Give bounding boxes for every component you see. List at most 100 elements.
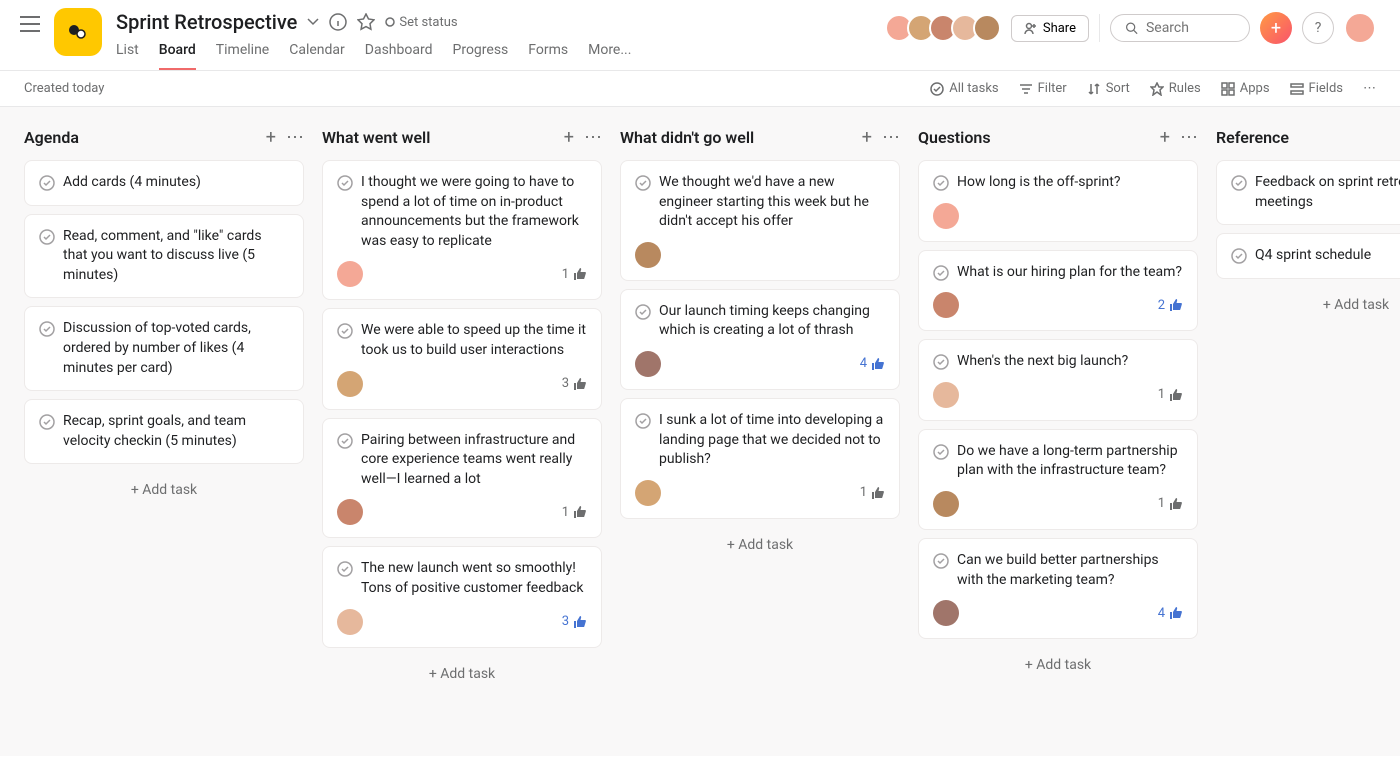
tab-board[interactable]: Board: [159, 42, 196, 70]
task-card[interactable]: What is our hiring plan for the team? 2: [918, 250, 1198, 332]
task-card[interactable]: I sunk a lot of time into developing a l…: [620, 398, 900, 519]
card-text: The new launch went so smoothly! Tons of…: [361, 559, 587, 598]
column-title[interactable]: What didn't go well: [620, 128, 754, 147]
like-count[interactable]: 3: [562, 614, 587, 629]
tab-calendar[interactable]: Calendar: [289, 42, 345, 70]
menu-icon[interactable]: [20, 10, 40, 32]
assignee-avatar[interactable]: [337, 261, 363, 287]
project-title[interactable]: Sprint Retrospective: [116, 10, 297, 34]
like-count[interactable]: 3: [562, 376, 587, 391]
column-title[interactable]: Questions: [918, 128, 991, 147]
assignee-avatar[interactable]: [933, 203, 959, 229]
task-card[interactable]: We thought we'd have a new engineer star…: [620, 160, 900, 281]
task-card[interactable]: Do we have a long-term partnership plan …: [918, 429, 1198, 530]
chevron-down-icon[interactable]: [307, 18, 319, 26]
assignee-avatar[interactable]: [933, 491, 959, 517]
search-input[interactable]: [1146, 20, 1235, 36]
column-menu-icon[interactable]: ⋯: [882, 127, 900, 148]
add-task-button[interactable]: + Add task: [24, 472, 304, 508]
card-text: Read, comment, and "like" cards that you…: [63, 227, 289, 286]
task-card[interactable]: How long is the off-sprint?: [918, 160, 1198, 242]
assignee-avatar[interactable]: [635, 480, 661, 506]
star-icon[interactable]: [357, 13, 375, 31]
assignee-avatar[interactable]: [337, 499, 363, 525]
card-text: Pairing between infrastructure and core …: [361, 431, 587, 490]
like-count[interactable]: 1: [1158, 387, 1183, 402]
share-button[interactable]: Share: [1011, 15, 1089, 42]
task-card[interactable]: Our launch timing keeps changing which i…: [620, 289, 900, 390]
column-menu-icon[interactable]: ⋯: [1180, 127, 1198, 148]
task-card[interactable]: Q4 sprint schedule: [1216, 233, 1400, 279]
card-text: Recap, sprint goals, and team velocity c…: [63, 412, 289, 451]
project-icon: [54, 8, 102, 56]
task-card[interactable]: Recap, sprint goals, and team velocity c…: [24, 399, 304, 464]
toolbar-filter[interactable]: Filter: [1019, 81, 1067, 96]
project-tabs: List Board Timeline Calendar Dashboard Progre…: [116, 42, 877, 70]
toolbar-all-tasks[interactable]: All tasks: [930, 81, 998, 96]
task-card[interactable]: We were able to speed up the time it too…: [322, 308, 602, 409]
add-task-button[interactable]: + Add task: [918, 647, 1198, 683]
like-count[interactable]: 1: [562, 267, 587, 282]
share-label: Share: [1043, 21, 1076, 36]
task-card[interactable]: The new launch went so smoothly! Tons of…: [322, 546, 602, 647]
tab-timeline[interactable]: Timeline: [216, 42, 269, 70]
add-task-button[interactable]: + Add task: [1216, 287, 1400, 323]
assignee-avatar[interactable]: [635, 242, 661, 268]
tab-list[interactable]: List: [116, 42, 139, 70]
tab-forms[interactable]: Forms: [528, 42, 568, 70]
add-card-icon[interactable]: +: [862, 127, 872, 148]
tab-dashboard[interactable]: Dashboard: [365, 42, 433, 70]
task-card[interactable]: When's the next big launch?1: [918, 339, 1198, 421]
set-status-button[interactable]: Set status: [385, 15, 457, 30]
info-icon[interactable]: [329, 13, 347, 31]
add-card-icon[interactable]: +: [266, 127, 276, 148]
like-count[interactable]: 1: [860, 485, 885, 500]
task-card[interactable]: I thought we were going to have to spend…: [322, 160, 602, 300]
column-title[interactable]: Agenda: [24, 128, 79, 147]
member-avatars: [891, 14, 1001, 42]
search-input-wrap[interactable]: [1110, 14, 1250, 42]
assignee-avatar[interactable]: [933, 600, 959, 626]
column-menu-icon[interactable]: ⋯: [286, 127, 304, 148]
tab-progress[interactable]: Progress: [453, 42, 509, 70]
profile-avatar[interactable]: [1344, 12, 1376, 44]
task-card[interactable]: Add cards (4 minutes): [24, 160, 304, 206]
task-card[interactable]: Discussion of top-voted cards, ordered b…: [24, 306, 304, 391]
assignee-avatar[interactable]: [337, 609, 363, 635]
column-what-didn-t-go-well: What didn't go well + ⋯ We thought we'd hav…: [620, 127, 900, 563]
tab-more[interactable]: More...: [588, 42, 631, 70]
task-card[interactable]: Read, comment, and "like" cards that you…: [24, 214, 304, 299]
add-task-button[interactable]: + Add task: [620, 527, 900, 563]
task-card[interactable]: Feedback on sprint retrosp meetings: [1216, 160, 1400, 225]
member-avatar[interactable]: [973, 14, 1001, 42]
search-icon: [1125, 20, 1138, 36]
toolbar-apps[interactable]: Apps: [1221, 81, 1270, 96]
add-card-icon[interactable]: +: [1160, 127, 1170, 148]
column-title[interactable]: Reference: [1216, 128, 1289, 147]
toolbar-sort[interactable]: Sort: [1087, 81, 1130, 96]
global-add-button[interactable]: +: [1260, 12, 1292, 44]
like-count[interactable]: 4: [1158, 606, 1183, 621]
created-label: Created today: [24, 81, 104, 96]
task-card[interactable]: Pairing between infrastructure and core …: [322, 418, 602, 539]
like-count[interactable]: 1: [1158, 496, 1183, 511]
card-text: We were able to speed up the time it too…: [361, 321, 587, 360]
task-card[interactable]: Can we build better partnerships with th…: [918, 538, 1198, 639]
add-task-button[interactable]: + Add task: [322, 656, 602, 692]
add-card-icon[interactable]: +: [564, 127, 574, 148]
assignee-avatar[interactable]: [337, 371, 363, 397]
column-title[interactable]: What went well: [322, 128, 430, 147]
like-count[interactable]: 2: [1158, 298, 1183, 313]
like-count[interactable]: 4: [860, 356, 885, 371]
assignee-avatar[interactable]: [933, 382, 959, 408]
toolbar-rules[interactable]: Rules: [1150, 81, 1201, 96]
card-text: What is our hiring plan for the team?: [957, 263, 1182, 283]
toolbar-fields[interactable]: Fields: [1290, 81, 1343, 96]
like-count[interactable]: 1: [562, 505, 587, 520]
assignee-avatar[interactable]: [635, 351, 661, 377]
toolbar-more[interactable]: ⋯: [1363, 81, 1376, 96]
help-button[interactable]: ?: [1302, 12, 1334, 44]
column-menu-icon[interactable]: ⋯: [584, 127, 602, 148]
assignee-avatar[interactable]: [933, 292, 959, 318]
set-status-label: Set status: [399, 15, 457, 30]
